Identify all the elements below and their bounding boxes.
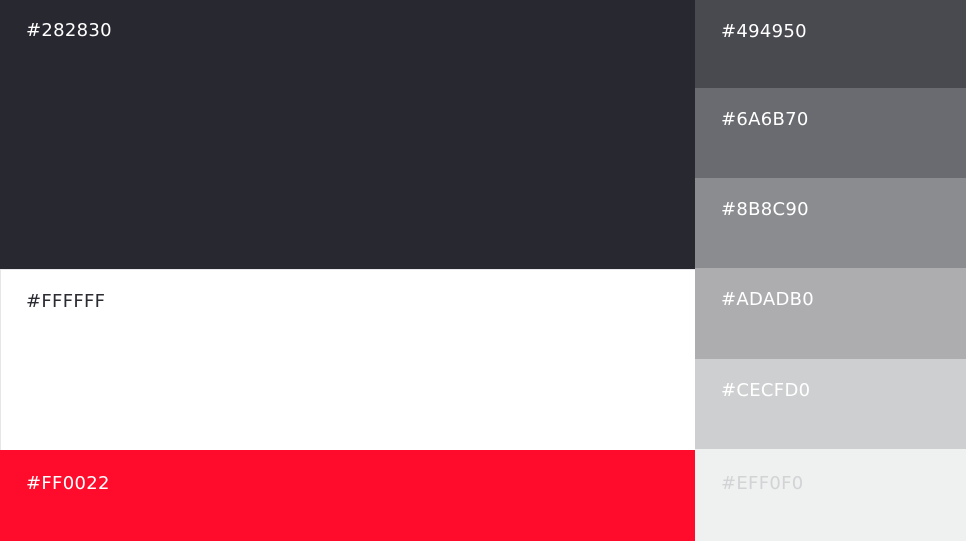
swatch-label-6a6b70: #6A6B70	[721, 109, 809, 130]
swatch-label-eff0f0: #EFF0F0	[721, 473, 804, 494]
swatch-494950: #494950	[695, 0, 966, 88]
swatch-cecfd0: #CECFD0	[695, 359, 966, 449]
swatch-label-282830: #282830	[26, 20, 112, 41]
swatch-label-cecfd0: #CECFD0	[721, 380, 811, 401]
swatch-label-494950: #494950	[721, 21, 807, 42]
swatch-eff0f0: #EFF0F0	[695, 449, 966, 541]
swatch-label-8b8c90: #8B8C90	[721, 199, 809, 220]
swatch-8b8c90: #8B8C90	[695, 178, 966, 268]
swatch-ff0022: #FF0022	[0, 450, 695, 541]
swatch-6a6b70: #6A6B70	[695, 88, 966, 178]
color-palette: #282830 #FFFFFF #FF0022 #494950 #6A6B70 …	[0, 0, 966, 541]
swatch-label-ff0022: #FF0022	[26, 473, 110, 494]
swatch-label-ffffff: #FFFFFF	[26, 291, 106, 312]
swatch-282830: #282830	[0, 0, 695, 269]
swatch-label-adadb0: #ADADB0	[721, 289, 815, 310]
swatch-ffffff: #FFFFFF	[0, 269, 695, 450]
swatch-adadb0: #ADADB0	[695, 268, 966, 359]
